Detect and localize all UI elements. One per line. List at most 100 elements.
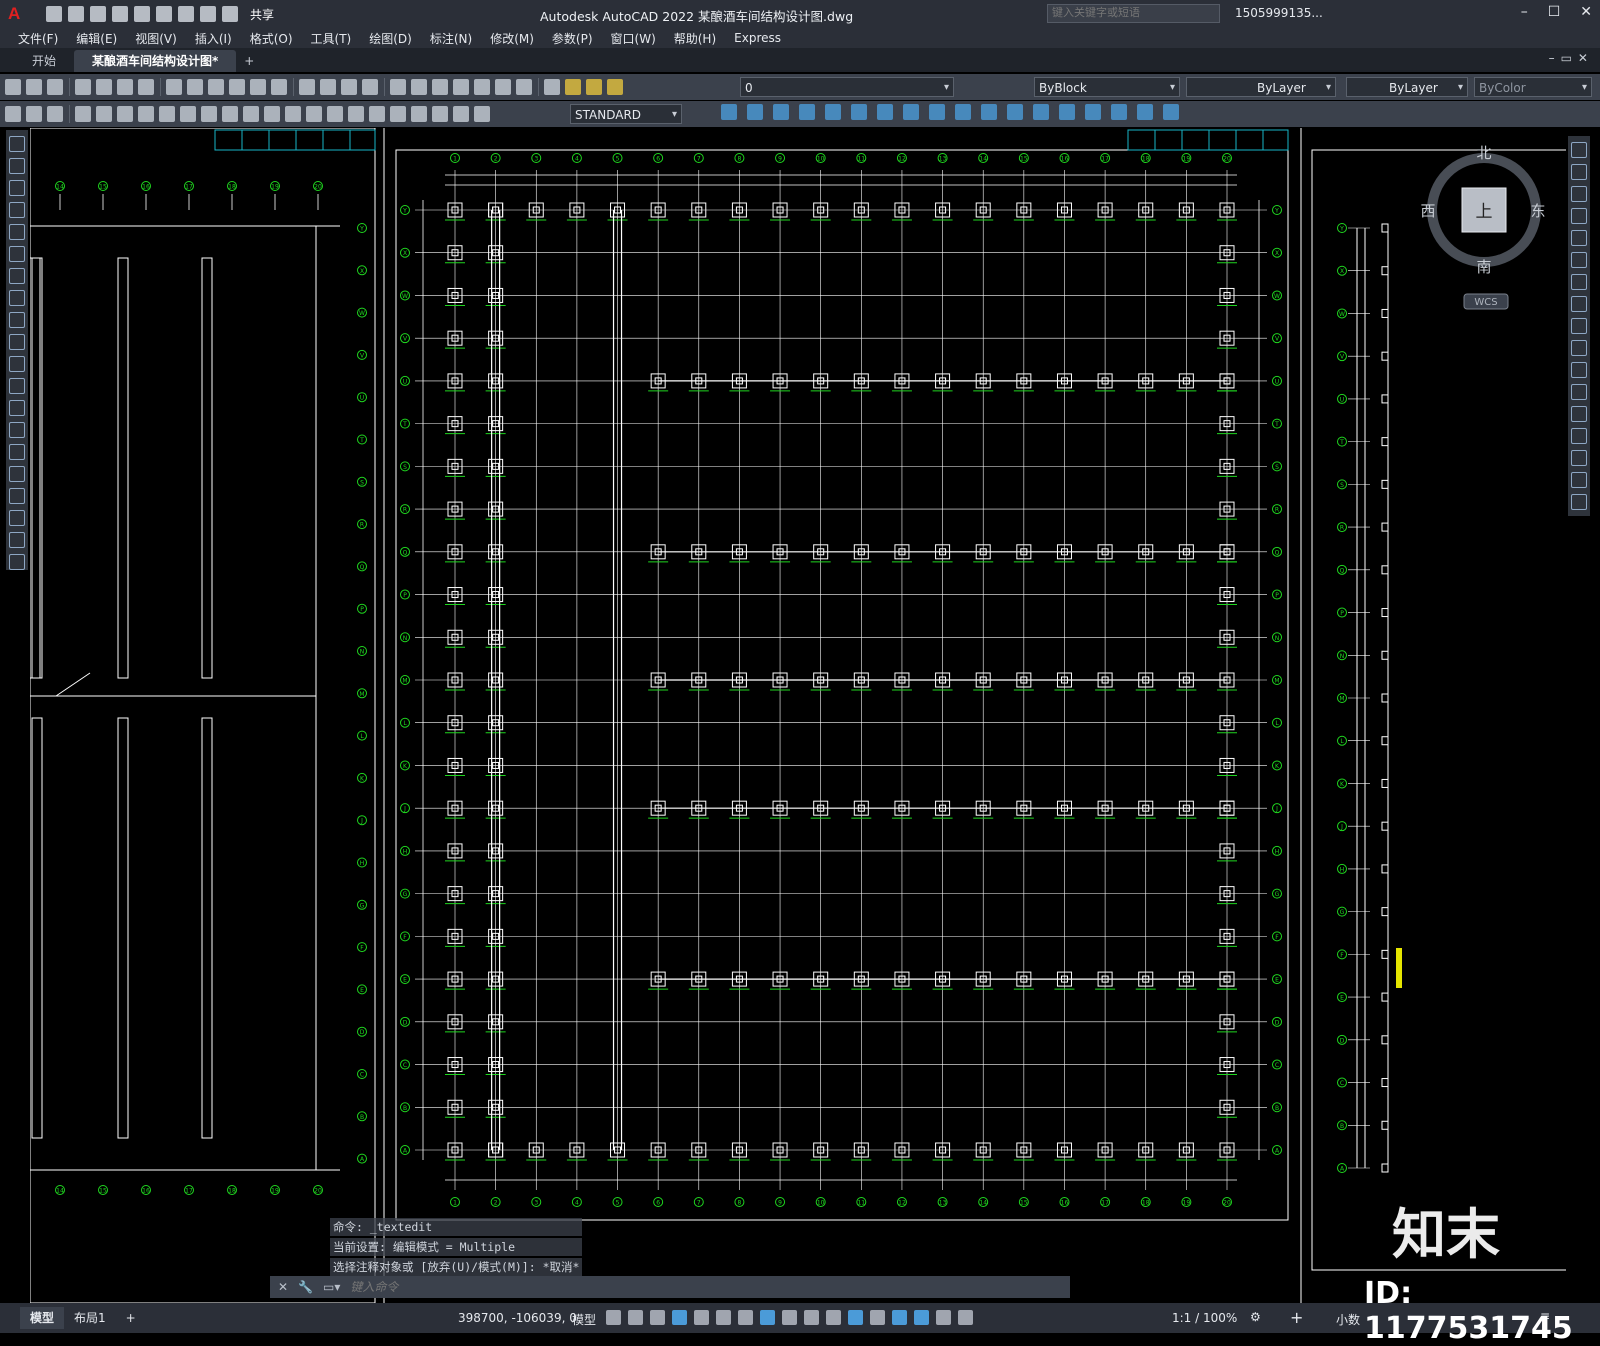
redo-icon[interactable] [222,6,238,22]
blend-icon[interactable] [1571,472,1587,488]
sheet-set-icon[interactable] [453,79,469,95]
viewcube-south[interactable]: 南 [1476,258,1491,276]
join-icon[interactable] [1059,104,1075,120]
selection-filter-icon[interactable] [870,1310,885,1325]
rotate-icon[interactable] [799,104,815,120]
stretch-icon[interactable] [1571,318,1587,334]
model-space-button[interactable]: 模型 [572,1311,596,1328]
mirror-icon[interactable] [825,104,841,120]
dim-edit-icon[interactable] [432,106,448,122]
layer-properties-icon[interactable] [544,79,560,95]
user-account[interactable]: 1505999135... [1235,6,1323,20]
layer-state-icon[interactable] [47,106,63,122]
polyline-icon[interactable] [9,180,25,196]
jogged-linear-icon[interactable] [411,106,427,122]
point-icon[interactable] [9,422,25,438]
new-tab-button[interactable]: + [244,50,254,72]
circle-icon[interactable] [9,268,25,284]
minimize-icon[interactable]: – [1521,4,1528,20]
tab-document[interactable]: 某酿酒车间结构设计图* [74,50,237,72]
break-icon[interactable] [1571,384,1587,400]
gradient-icon[interactable] [9,466,25,482]
calculator-icon[interactable] [495,79,511,95]
close-icon[interactable]: ✕ [278,1280,288,1294]
construction-line-icon[interactable] [9,158,25,174]
help-icon[interactable] [516,79,532,95]
rectangle-icon[interactable] [9,224,25,240]
open-icon[interactable] [26,79,42,95]
undo-icon[interactable] [200,6,216,22]
annotation-visibility-icon[interactable] [914,1310,929,1325]
chamfer-icon[interactable] [1571,428,1587,444]
rotate-icon[interactable] [1571,274,1587,290]
tool-palettes-icon[interactable] [432,79,448,95]
region-icon[interactable] [9,488,25,504]
viewcube-west[interactable]: 西 [1420,202,1435,220]
lengthen-icon[interactable] [1111,104,1127,120]
design-center-icon[interactable] [411,79,427,95]
isodraft-icon[interactable] [716,1310,731,1325]
viewcube-north[interactable]: 北 [1476,144,1491,162]
menu-item[interactable]: 视图(V) [135,30,177,47]
trim-icon[interactable] [877,104,893,120]
menu-item[interactable]: 格式(O) [250,30,293,47]
undo-icon[interactable] [250,79,266,95]
3dprint-icon[interactable] [138,79,154,95]
new-icon[interactable] [46,6,62,22]
make-block-icon[interactable] [9,400,25,416]
lineweight-icon[interactable] [782,1310,797,1325]
publish-icon[interactable] [117,79,133,95]
save-icon[interactable] [47,79,63,95]
cut-icon[interactable] [166,79,182,95]
mirror-icon[interactable] [1571,186,1587,202]
menu-item[interactable]: 参数(P) [552,30,593,47]
osnap-icon[interactable] [760,1310,775,1325]
dim-aligned-icon[interactable] [96,106,112,122]
move-icon[interactable] [721,104,737,120]
trim-icon[interactable] [1571,340,1587,356]
markup-icon[interactable] [474,79,490,95]
fillet-icon[interactable] [1571,450,1587,466]
layer-lock-icon[interactable] [607,79,623,95]
plot-icon[interactable] [75,79,91,95]
command-input[interactable] [348,1279,953,1295]
coordinate-readout[interactable]: 398700, -106039, 0 [458,1311,577,1325]
color-dropdown[interactable]: ByBlock [1034,77,1180,98]
maximize-icon[interactable]: ☐ [1548,4,1561,20]
gizmo-icon[interactable] [892,1310,907,1325]
fillet-icon[interactable] [929,104,945,120]
units-readout[interactable]: 小数 [1336,1311,1360,1328]
web-save-icon[interactable] [156,6,172,22]
transparency-icon[interactable] [804,1310,819,1325]
dim-jogged-icon[interactable] [180,106,196,122]
hatch-icon[interactable] [9,444,25,460]
annotation-monitor-icon[interactable]: + [1290,1308,1303,1327]
tab-start[interactable]: 开始 [14,50,74,72]
menu-item[interactable]: 文件(F) [18,30,58,47]
share-button[interactable]: 共享 [250,6,274,23]
dim-baseline-icon[interactable] [264,106,280,122]
mtext-icon[interactable] [9,532,25,548]
ellipse-icon[interactable] [9,334,25,350]
menu-item[interactable]: 插入(I) [195,30,232,47]
workspace-gear-icon[interactable]: ⚙ [1250,1310,1261,1324]
tolerance-icon[interactable] [348,106,364,122]
annotation-scale-icon[interactable] [958,1310,973,1325]
chamfer-icon[interactable] [955,104,971,120]
annotation-scale[interactable]: 1:1 / 100% [1172,1311,1237,1325]
spline-icon[interactable] [9,312,25,328]
dim-continue-icon[interactable] [285,106,301,122]
menu-item[interactable]: 编辑(E) [76,30,117,47]
dim-text-edit-icon[interactable] [453,106,469,122]
dim-diameter-icon[interactable] [201,106,217,122]
search-input[interactable] [1047,4,1220,23]
web-open-icon[interactable] [134,6,150,22]
viewcube[interactable]: 上 北 南 东 西 WCS [1410,140,1550,320]
copy-obj-icon[interactable] [1571,164,1587,180]
scale-icon[interactable] [1571,296,1587,312]
stretch-icon[interactable] [773,104,789,120]
break-icon[interactable] [1085,104,1101,120]
dim-update-icon[interactable] [474,106,490,122]
polar-icon[interactable] [694,1310,709,1325]
inspection-icon[interactable] [390,106,406,122]
